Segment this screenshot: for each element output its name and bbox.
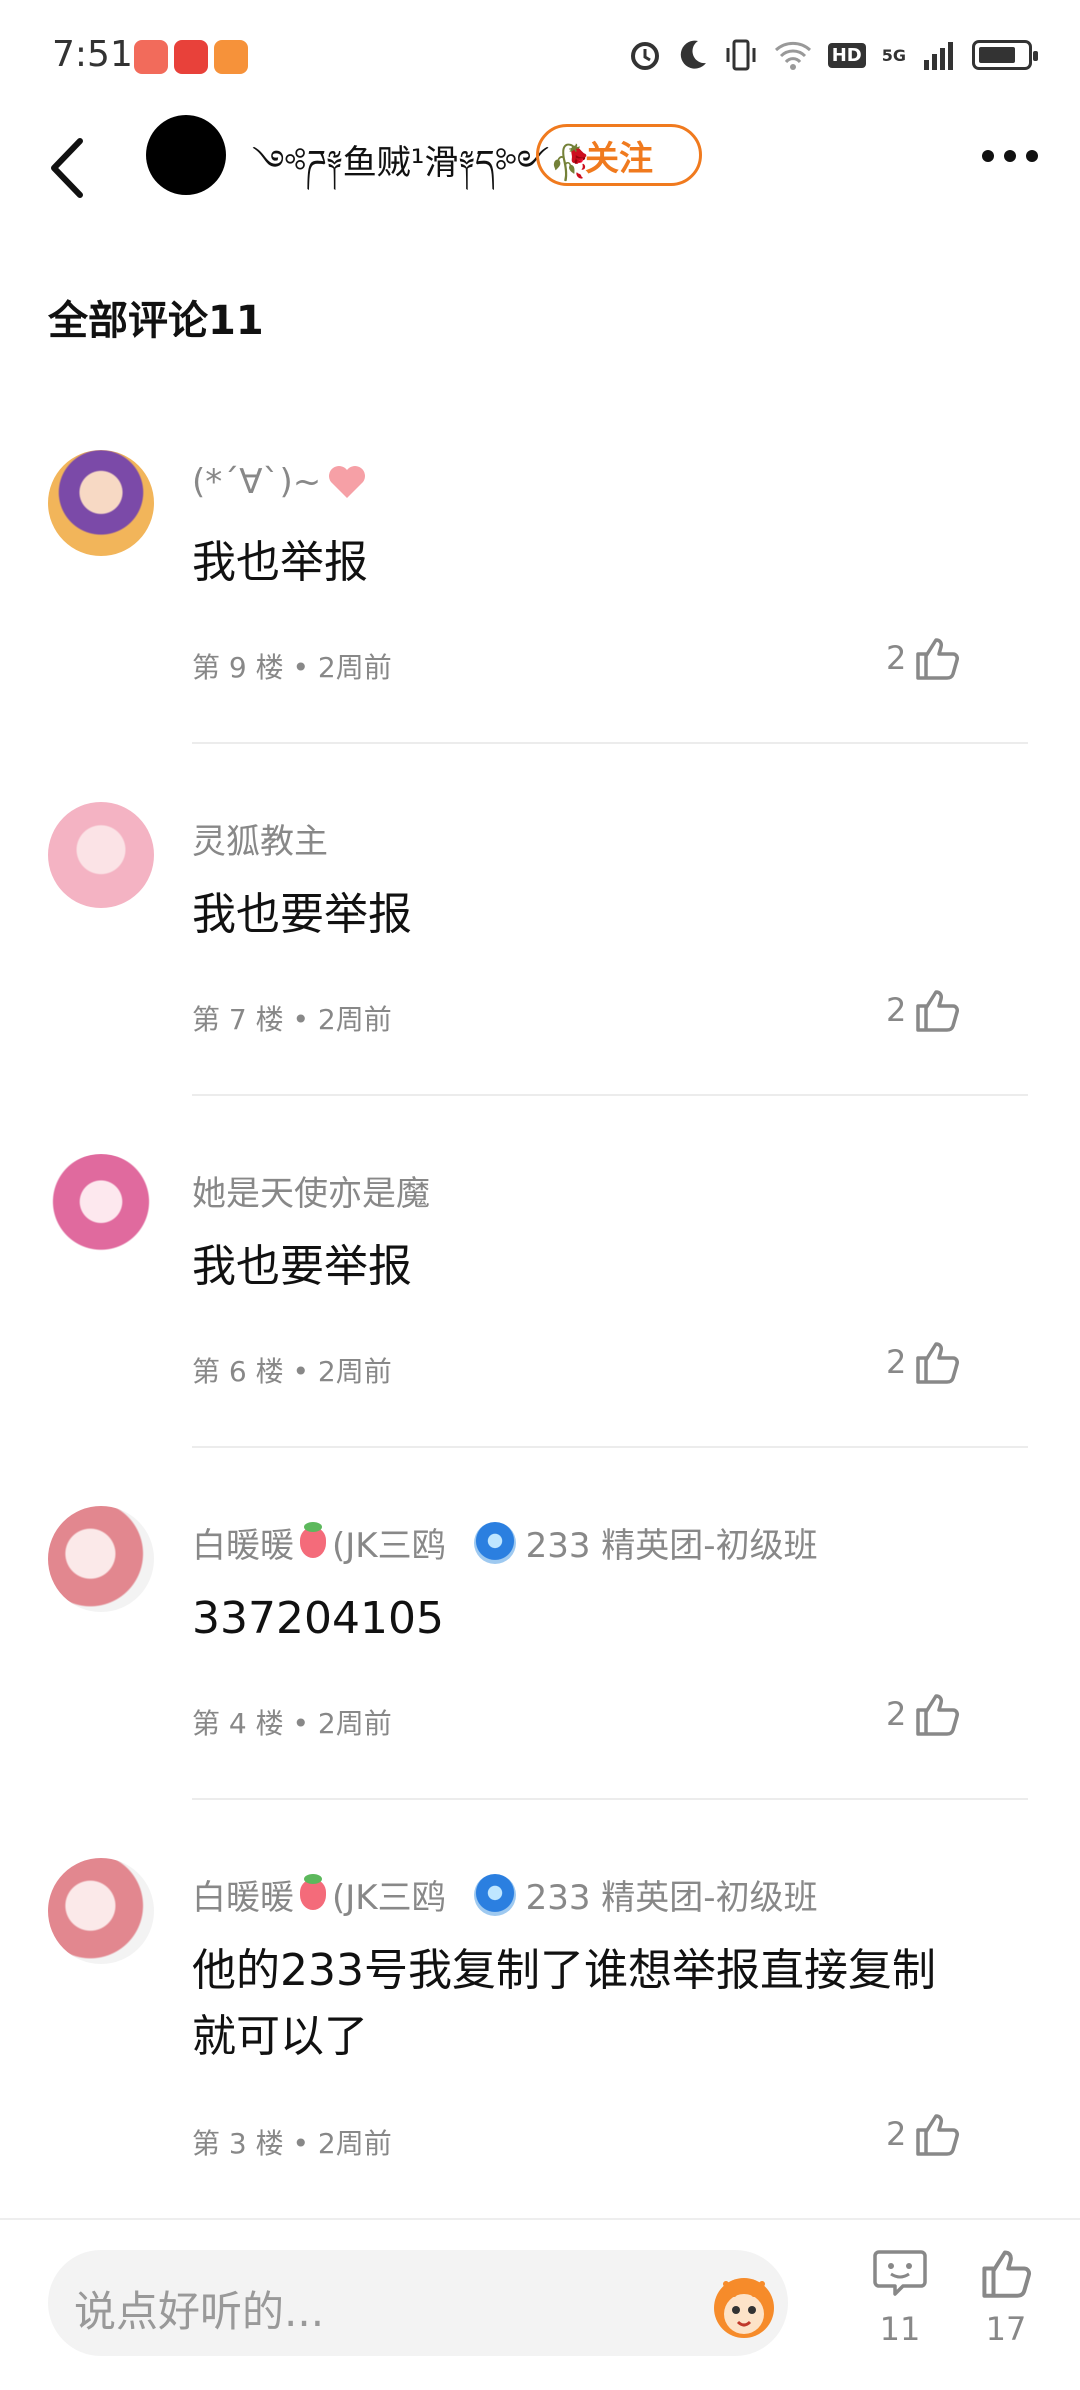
commenter-name-text: 她是天使亦是魔	[192, 1174, 430, 1214]
mascot-emoji-icon[interactable]	[704, 2264, 784, 2344]
like-count: 2	[886, 639, 907, 677]
signal-icon	[924, 42, 953, 70]
book-app-icon	[174, 40, 208, 74]
comment-text: 他的233号我复制了谁想举报直接复制就可以了	[192, 1945, 936, 2062]
badge-label: 233 精英团-初级班	[525, 1526, 818, 1566]
thumbs-up-icon	[916, 1694, 960, 1736]
comment-meta: 第 9 楼 • 2周前	[192, 651, 392, 684]
status-time: 7:51	[52, 34, 133, 75]
battery-icon	[972, 40, 1038, 70]
badge-icon	[473, 1873, 516, 1916]
comment-text: 我也举报	[192, 537, 368, 588]
commenter-name-text: (*´∀`)~	[192, 462, 322, 502]
comment-meta: 第 4 楼 • 2周前	[192, 1707, 392, 1740]
strawberry-icon	[300, 1521, 326, 1558]
heart-icon	[329, 466, 366, 498]
commenter-avatar[interactable]	[48, 450, 154, 556]
comment-count-button[interactable]: 11	[870, 2248, 930, 2348]
network-label: 5G	[881, 45, 906, 65]
thumbs-up-icon	[916, 1342, 960, 1384]
back-arrow-icon[interactable]	[46, 128, 86, 208]
like-count: 2	[886, 991, 907, 1029]
like-button[interactable]: 2	[886, 988, 960, 1032]
comment-meta: 第 6 楼 • 2周前	[192, 1355, 392, 1388]
vibrate-icon	[726, 39, 756, 71]
commenter-name-suffix: (JK三鸥	[332, 1878, 446, 1918]
wifi-icon	[774, 41, 811, 70]
commenter-name-suffix: (JK三鸥	[332, 1526, 446, 1566]
follow-button[interactable]: 关注	[536, 124, 702, 186]
like-button[interactable]: 2	[886, 1340, 960, 1384]
comment-input[interactable]: 说点好听的...	[48, 2250, 788, 2356]
commenter-name[interactable]: 白暖暖 (JK三鸥 233 精英团-初级班	[192, 1870, 818, 1919]
moon-icon	[680, 40, 706, 69]
comment-count: 11	[879, 2310, 921, 2348]
badge-label: 233 精英团-初级班	[525, 1878, 818, 1918]
comments-section-title: 全部评论11	[48, 298, 264, 344]
comment-text: 337204105	[192, 1593, 444, 1644]
commenter-avatar[interactable]	[48, 1858, 154, 1964]
divider	[192, 1798, 1028, 1800]
thumbs-up-icon	[916, 990, 960, 1032]
commenter-name-text: 白暖暖	[192, 1878, 294, 1918]
bottom-bar: 说点好听的... 11 17	[0, 2218, 1080, 2390]
badge-icon	[473, 1521, 516, 1564]
like-count: 2	[886, 2115, 907, 2153]
thumbs-up-icon	[982, 2250, 1031, 2298]
like-count: 2	[886, 1695, 907, 1733]
like-button[interactable]: 2	[886, 636, 960, 680]
commenter-avatar[interactable]	[48, 802, 154, 908]
like-count: 2	[886, 1343, 907, 1381]
like-button[interactable]: 2	[886, 2112, 960, 2156]
commenter-name[interactable]: (*´∀`)~	[192, 462, 367, 502]
like-total: 17	[985, 2310, 1027, 2348]
like-button[interactable]: 2	[886, 1692, 960, 1736]
commenter-name-text: 白暖暖	[192, 1526, 294, 1566]
author-avatar[interactable]	[146, 115, 226, 195]
status-bar: 7:51 HD 5G	[0, 0, 1080, 120]
alarm-icon	[630, 42, 659, 70]
thumbs-up-icon	[916, 638, 960, 680]
mail-app-icon	[134, 40, 168, 74]
video-app-icon	[214, 40, 248, 74]
comment-text: 我也要举报	[192, 889, 412, 940]
comment-meta: 第 7 楼 • 2周前	[192, 1003, 392, 1036]
commenter-name[interactable]: 她是天使亦是魔	[192, 1166, 430, 1215]
comment-meta: 第 3 楼 • 2周前	[192, 2127, 392, 2160]
thumbs-up-icon	[916, 2114, 960, 2156]
commenter-name[interactable]: 灵狐教主	[192, 814, 328, 863]
member-badge: 233 精英团-初级班	[473, 1518, 818, 1567]
divider	[192, 1094, 1028, 1096]
strawberry-icon	[300, 1873, 326, 1910]
commenter-name[interactable]: 白暖暖 (JK三鸥 233 精英团-初级班	[192, 1518, 818, 1567]
member-badge: 233 精英团-初级班	[473, 1870, 818, 1919]
divider	[192, 742, 1028, 744]
commenter-avatar[interactable]	[48, 1154, 154, 1260]
comment-input-placeholder: 说点好听的...	[74, 2287, 325, 2336]
more-options-icon[interactable]	[982, 150, 1038, 162]
post-like-button[interactable]: 17	[976, 2248, 1036, 2348]
hd-icon: HD	[827, 42, 866, 68]
comment-bubble-icon	[873, 2250, 927, 2296]
commenter-avatar[interactable]	[48, 1506, 154, 1612]
divider	[192, 1446, 1028, 1448]
commenter-name-text: 灵狐教主	[192, 822, 328, 862]
comment-text: 我也要举报	[192, 1241, 412, 1292]
